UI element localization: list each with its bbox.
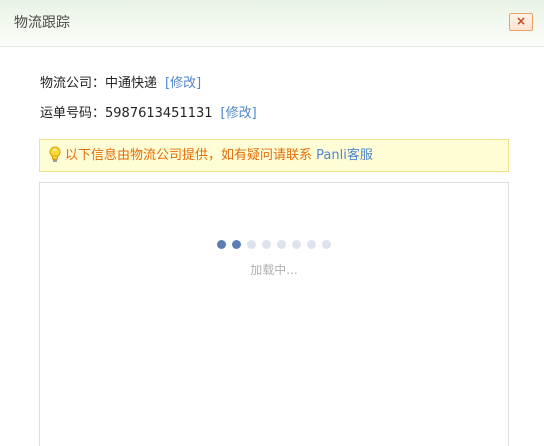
loading-dot xyxy=(262,240,271,249)
lightbulb-icon xyxy=(49,146,61,162)
dialog-title: 物流跟踪 xyxy=(14,15,70,31)
loading-spinner xyxy=(217,240,337,250)
loading-dot xyxy=(247,240,256,249)
panli-support-link[interactable]: Panli客服 xyxy=(316,148,373,163)
close-button[interactable]: × xyxy=(509,13,533,31)
edit-waybill-link[interactable]: [修改] xyxy=(221,106,257,121)
logistics-tracking-dialog: 物流跟踪 × 物流公司：中通快递 [修改] 运单号码：5987613451131 [… xyxy=(0,0,544,446)
notice-text-wrap: 以下信息由物流公司提供，如有疑问请联系 Panli客服 xyxy=(65,140,373,171)
waybill-number-label: 运单号码： xyxy=(40,106,106,121)
info-notice: 以下信息由物流公司提供，如有疑问请联系 Panli客服 xyxy=(39,139,509,172)
shipping-company-label: 物流公司： xyxy=(40,76,106,91)
loading-dot xyxy=(322,240,331,249)
shipping-company-row: 物流公司：中通快递 [修改] xyxy=(40,76,201,92)
waybill-number-row: 运单号码：5987613451131 [修改] xyxy=(40,106,257,122)
shipping-company-value: 中通快递 xyxy=(105,76,158,91)
notice-message: 以下信息由物流公司提供，如有疑问请联系 xyxy=(65,148,317,163)
loading-dot-active xyxy=(232,240,241,249)
loading-text: 加载中... xyxy=(250,263,298,277)
loading-dot xyxy=(307,240,316,249)
dialog-titlebar: 物流跟踪 × xyxy=(0,0,544,47)
loading-dot xyxy=(292,240,301,249)
edit-company-link[interactable]: [修改] xyxy=(165,76,201,91)
tracking-info-panel: 加载中... xyxy=(39,182,509,446)
loading-dot xyxy=(277,240,286,249)
close-icon: × xyxy=(515,14,527,28)
loading-dot-active xyxy=(217,240,226,249)
waybill-number-value: 5987613451131 xyxy=(105,106,213,121)
